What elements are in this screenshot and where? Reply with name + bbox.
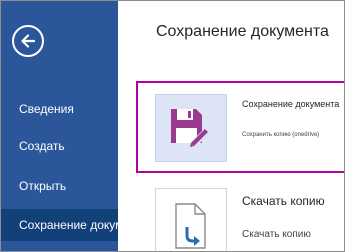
sidebar-item-save[interactable]: Сохранение докуме xyxy=(1,209,118,241)
back-button[interactable] xyxy=(12,25,44,57)
sidebar-item-open[interactable]: Открыть xyxy=(1,170,118,202)
download-copy-title: Скачать копию xyxy=(242,194,325,208)
save-copy-onedrive-label: Сохранить копию (onedrive) xyxy=(242,132,320,138)
main-panel: Сохранение документа Сохранение документ… xyxy=(118,1,344,251)
download-copy-option[interactable]: Скачать копию Скачать копию xyxy=(155,183,344,251)
document-download-icon xyxy=(175,203,206,249)
sidebar-item-info[interactable]: Сведения xyxy=(1,93,118,125)
save-document-option[interactable]: Сохранение документа Сохранить копию (on… xyxy=(136,81,344,173)
backstage-window: Сведения Создать Открыть Сохранение доку… xyxy=(0,0,345,252)
page-title: Сохранение документа xyxy=(156,23,329,40)
floppy-disk-pencil-icon xyxy=(171,109,210,149)
download-copy-subtitle: Скачать копию xyxy=(242,229,311,240)
save-document-title: Сохранение документа xyxy=(242,99,340,109)
backstage-sidebar: Сведения Создать Открыть Сохранение доку… xyxy=(1,1,118,251)
download-copy-tile xyxy=(155,188,227,251)
save-document-tile xyxy=(155,94,227,162)
sidebar-item-new[interactable]: Создать xyxy=(1,130,118,162)
back-arrow-icon xyxy=(21,34,36,48)
